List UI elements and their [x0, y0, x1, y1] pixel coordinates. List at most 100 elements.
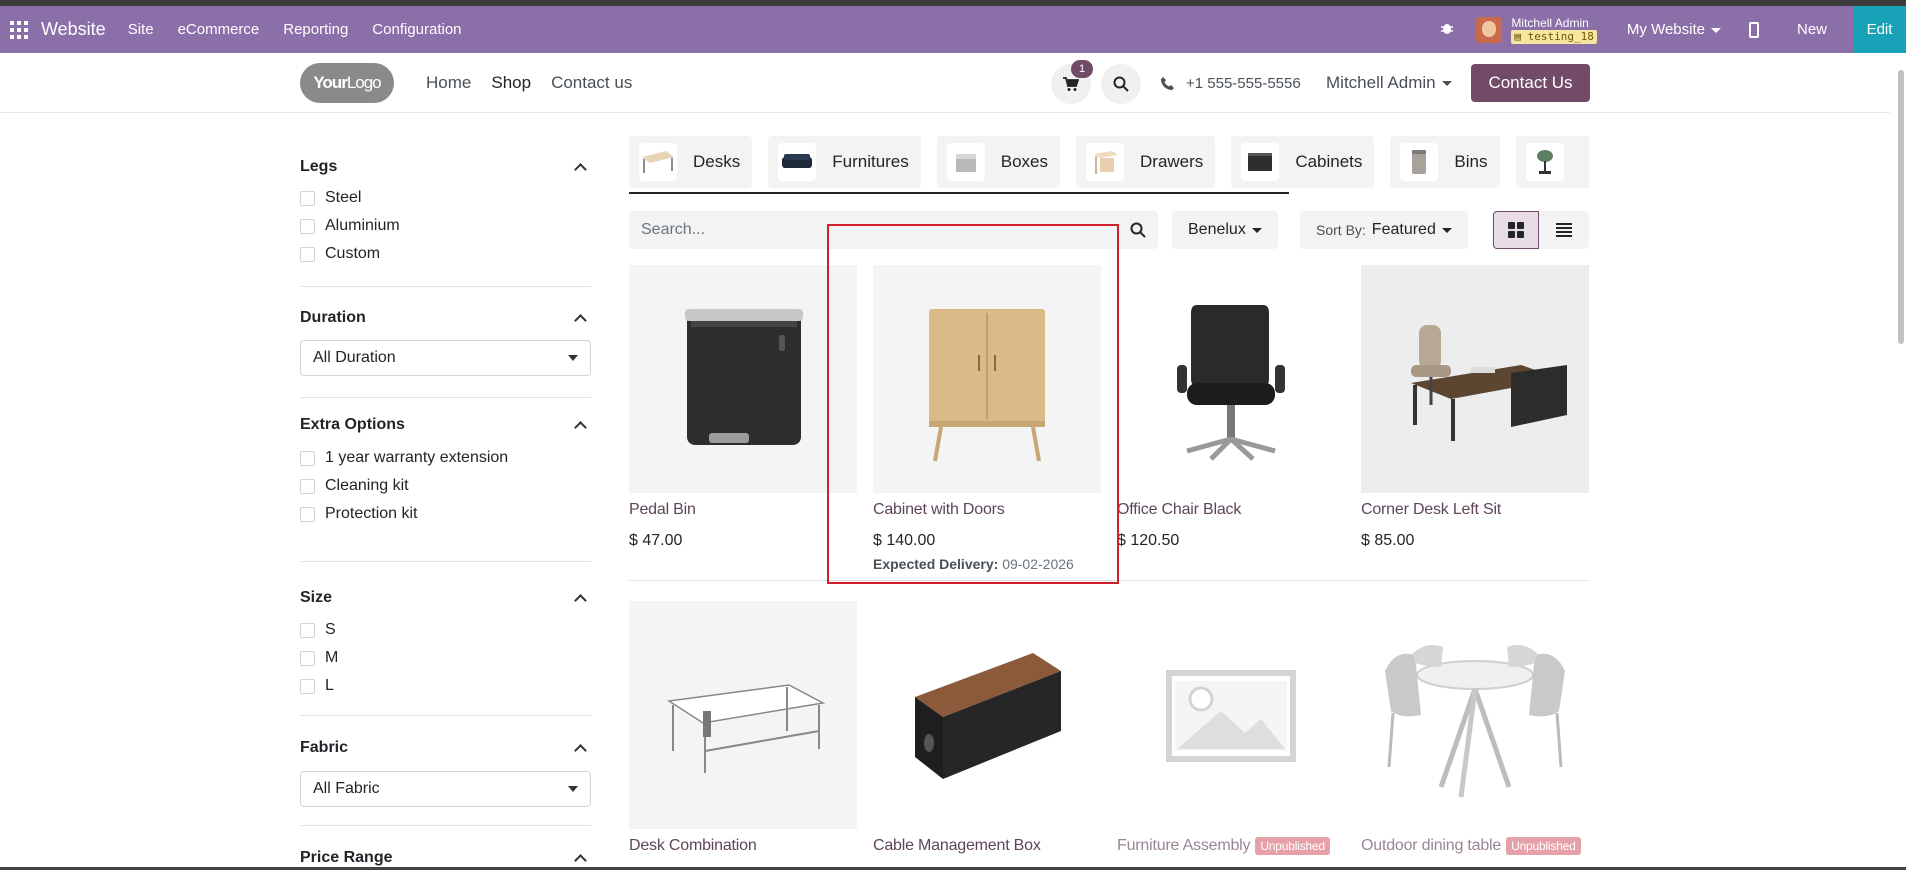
- product-image[interactable]: [629, 601, 857, 829]
- sort-dropdown[interactable]: Sort By: Featured: [1300, 211, 1468, 249]
- category-drawers[interactable]: Drawers: [1076, 136, 1216, 188]
- new-button[interactable]: New: [1797, 21, 1827, 38]
- header-search-button[interactable]: [1101, 64, 1141, 104]
- filter-option-warranty[interactable]: 1 year warranty extension: [300, 444, 591, 472]
- website-switcher[interactable]: My Website: [1627, 21, 1721, 38]
- chevron-up-icon: [574, 743, 587, 757]
- category-bins[interactable]: Bins: [1390, 136, 1500, 188]
- nav-home[interactable]: Home: [426, 73, 471, 93]
- filter-option-custom[interactable]: Custom: [300, 240, 591, 268]
- nav-contact-us[interactable]: Contact us: [551, 73, 632, 93]
- filter-size-header[interactable]: Size: [300, 585, 591, 611]
- user-menu[interactable]: Mitchell Admin: [1326, 53, 1452, 113]
- category-label: Bins: [1454, 152, 1488, 171]
- filter-option-m[interactable]: M: [300, 644, 591, 672]
- filter-option-cleaning-kit[interactable]: Cleaning kit: [300, 472, 591, 500]
- product-card-corner-desk-left-sit[interactable]: Corner Desk Left Sit $ 85.00: [1361, 265, 1589, 550]
- product-image[interactable]: [1361, 265, 1589, 493]
- admin-menu-reporting[interactable]: Reporting: [283, 21, 348, 38]
- debug-bug-icon[interactable]: [1440, 21, 1454, 39]
- product-card-desk-combination[interactable]: Desk Combination: [629, 601, 857, 855]
- filter-option-protection-kit[interactable]: Protection kit: [300, 500, 591, 528]
- phone-contact[interactable]: +1 555-555-5556: [1161, 53, 1301, 113]
- database-badge: ▤ testing_18: [1511, 29, 1597, 44]
- category-desks[interactable]: Desks: [629, 136, 753, 188]
- filter-option-label: M: [325, 649, 339, 666]
- filter-option-steel[interactable]: Steel: [300, 184, 591, 212]
- contact-us-button[interactable]: Contact Us: [1471, 64, 1590, 102]
- product-image[interactable]: [629, 265, 857, 493]
- mobile-preview-icon[interactable]: [1748, 21, 1759, 38]
- category-label: Drawers: [1140, 152, 1204, 171]
- admin-menu-configuration[interactable]: Configuration: [372, 21, 461, 38]
- product-name[interactable]: Office Chair Black: [1117, 501, 1345, 519]
- page-scrollbar[interactable]: [1898, 70, 1904, 344]
- category-label: Boxes: [1000, 152, 1049, 171]
- site-logo[interactable]: Your Logo: [300, 63, 394, 103]
- admin-menu-site[interactable]: Site: [128, 21, 154, 38]
- category-furnitures[interactable]: Furnitures: [768, 136, 921, 188]
- list-view-button[interactable]: [1539, 211, 1589, 249]
- product-price: $ 47.00: [629, 532, 683, 549]
- filter-option-label: Steel: [325, 189, 362, 206]
- product-image[interactable]: [1117, 601, 1345, 829]
- filter-option-aluminium[interactable]: Aluminium: [300, 212, 591, 240]
- filter-legs-header[interactable]: Legs: [300, 154, 591, 180]
- category-scroll-indicator: [629, 192, 1289, 194]
- category-thumbnail: [778, 143, 817, 181]
- product-image[interactable]: [1117, 265, 1345, 493]
- product-card-outdoor-dining-table[interactable]: Outdoor dining table Unpublished: [1361, 601, 1589, 855]
- sort-value: Featured: [1371, 221, 1436, 238]
- checkbox[interactable]: [300, 506, 315, 522]
- checkbox[interactable]: [300, 246, 315, 262]
- filter-fabric-header[interactable]: Fabric: [300, 735, 591, 761]
- phone-number: +1 555-555-5556: [1186, 74, 1301, 92]
- user-avatar[interactable]: [1476, 16, 1503, 43]
- checkbox[interactable]: [300, 478, 315, 494]
- category-more[interactable]: [1515, 136, 1589, 188]
- checkbox[interactable]: [300, 190, 315, 206]
- product-name[interactable]: Pedal Bin: [629, 501, 857, 519]
- product-card-furniture-assembly[interactable]: Furniture Assembly Unpublished: [1117, 601, 1345, 855]
- filter-duration-header[interactable]: Duration: [300, 305, 591, 331]
- filter-extra-options-header[interactable]: Extra Options: [300, 412, 591, 438]
- product-image[interactable]: [873, 601, 1101, 829]
- search-icon[interactable]: [1130, 222, 1146, 238]
- product-name[interactable]: Cable Management Box: [873, 837, 1101, 855]
- product-name[interactable]: Furniture Assembly Unpublished: [1117, 837, 1345, 855]
- filter-legs-title: Legs: [300, 158, 338, 175]
- product-name[interactable]: Outdoor dining table Unpublished: [1361, 837, 1589, 855]
- fabric-select[interactable]: All Fabric: [300, 771, 591, 807]
- edit-button[interactable]: Edit: [1853, 6, 1906, 53]
- checkbox[interactable]: [300, 218, 315, 234]
- checkbox[interactable]: [300, 450, 315, 466]
- product-card-cable-management-box[interactable]: Cable Management Box: [873, 601, 1101, 855]
- filter-option-s[interactable]: S: [300, 616, 591, 644]
- duration-select[interactable]: All Duration: [300, 340, 591, 376]
- product-card-office-chair-black[interactable]: Office Chair Black $ 120.50: [1117, 265, 1345, 550]
- product-card-pedal-bin[interactable]: Pedal Bin $ 47.00: [629, 265, 857, 550]
- checkbox[interactable]: [300, 622, 315, 638]
- grid-view-button[interactable]: [1493, 211, 1539, 249]
- checkbox[interactable]: [300, 650, 315, 666]
- category-boxes[interactable]: Boxes: [936, 136, 1061, 188]
- category-cabinets[interactable]: Cabinets: [1231, 136, 1375, 188]
- product-image[interactable]: [1361, 601, 1589, 829]
- apps-menu-icon[interactable]: [10, 20, 28, 39]
- checkbox[interactable]: [300, 678, 315, 694]
- admin-user-info[interactable]: Mitchell Admin ▤ testing_18: [1511, 16, 1597, 44]
- pricelist-dropdown[interactable]: Benelux: [1172, 211, 1278, 249]
- product-name[interactable]: Desk Combination: [629, 837, 857, 855]
- admin-menu-ecommerce[interactable]: eCommerce: [178, 21, 260, 38]
- category-thumbnail: [946, 143, 985, 181]
- product-name[interactable]: Corner Desk Left Sit: [1361, 501, 1589, 519]
- cart-button[interactable]: 1: [1051, 60, 1093, 104]
- filter-option-l[interactable]: L: [300, 672, 591, 700]
- duration-select-value: All Duration: [313, 349, 396, 366]
- pricelist-value: Benelux: [1188, 221, 1246, 238]
- category-thumbnail: [1086, 143, 1125, 181]
- admin-brand[interactable]: Website: [41, 19, 106, 40]
- nav-shop[interactable]: Shop: [491, 73, 531, 93]
- filter-duration-title: Duration: [300, 309, 366, 326]
- filter-fabric-title: Fabric: [300, 739, 349, 756]
